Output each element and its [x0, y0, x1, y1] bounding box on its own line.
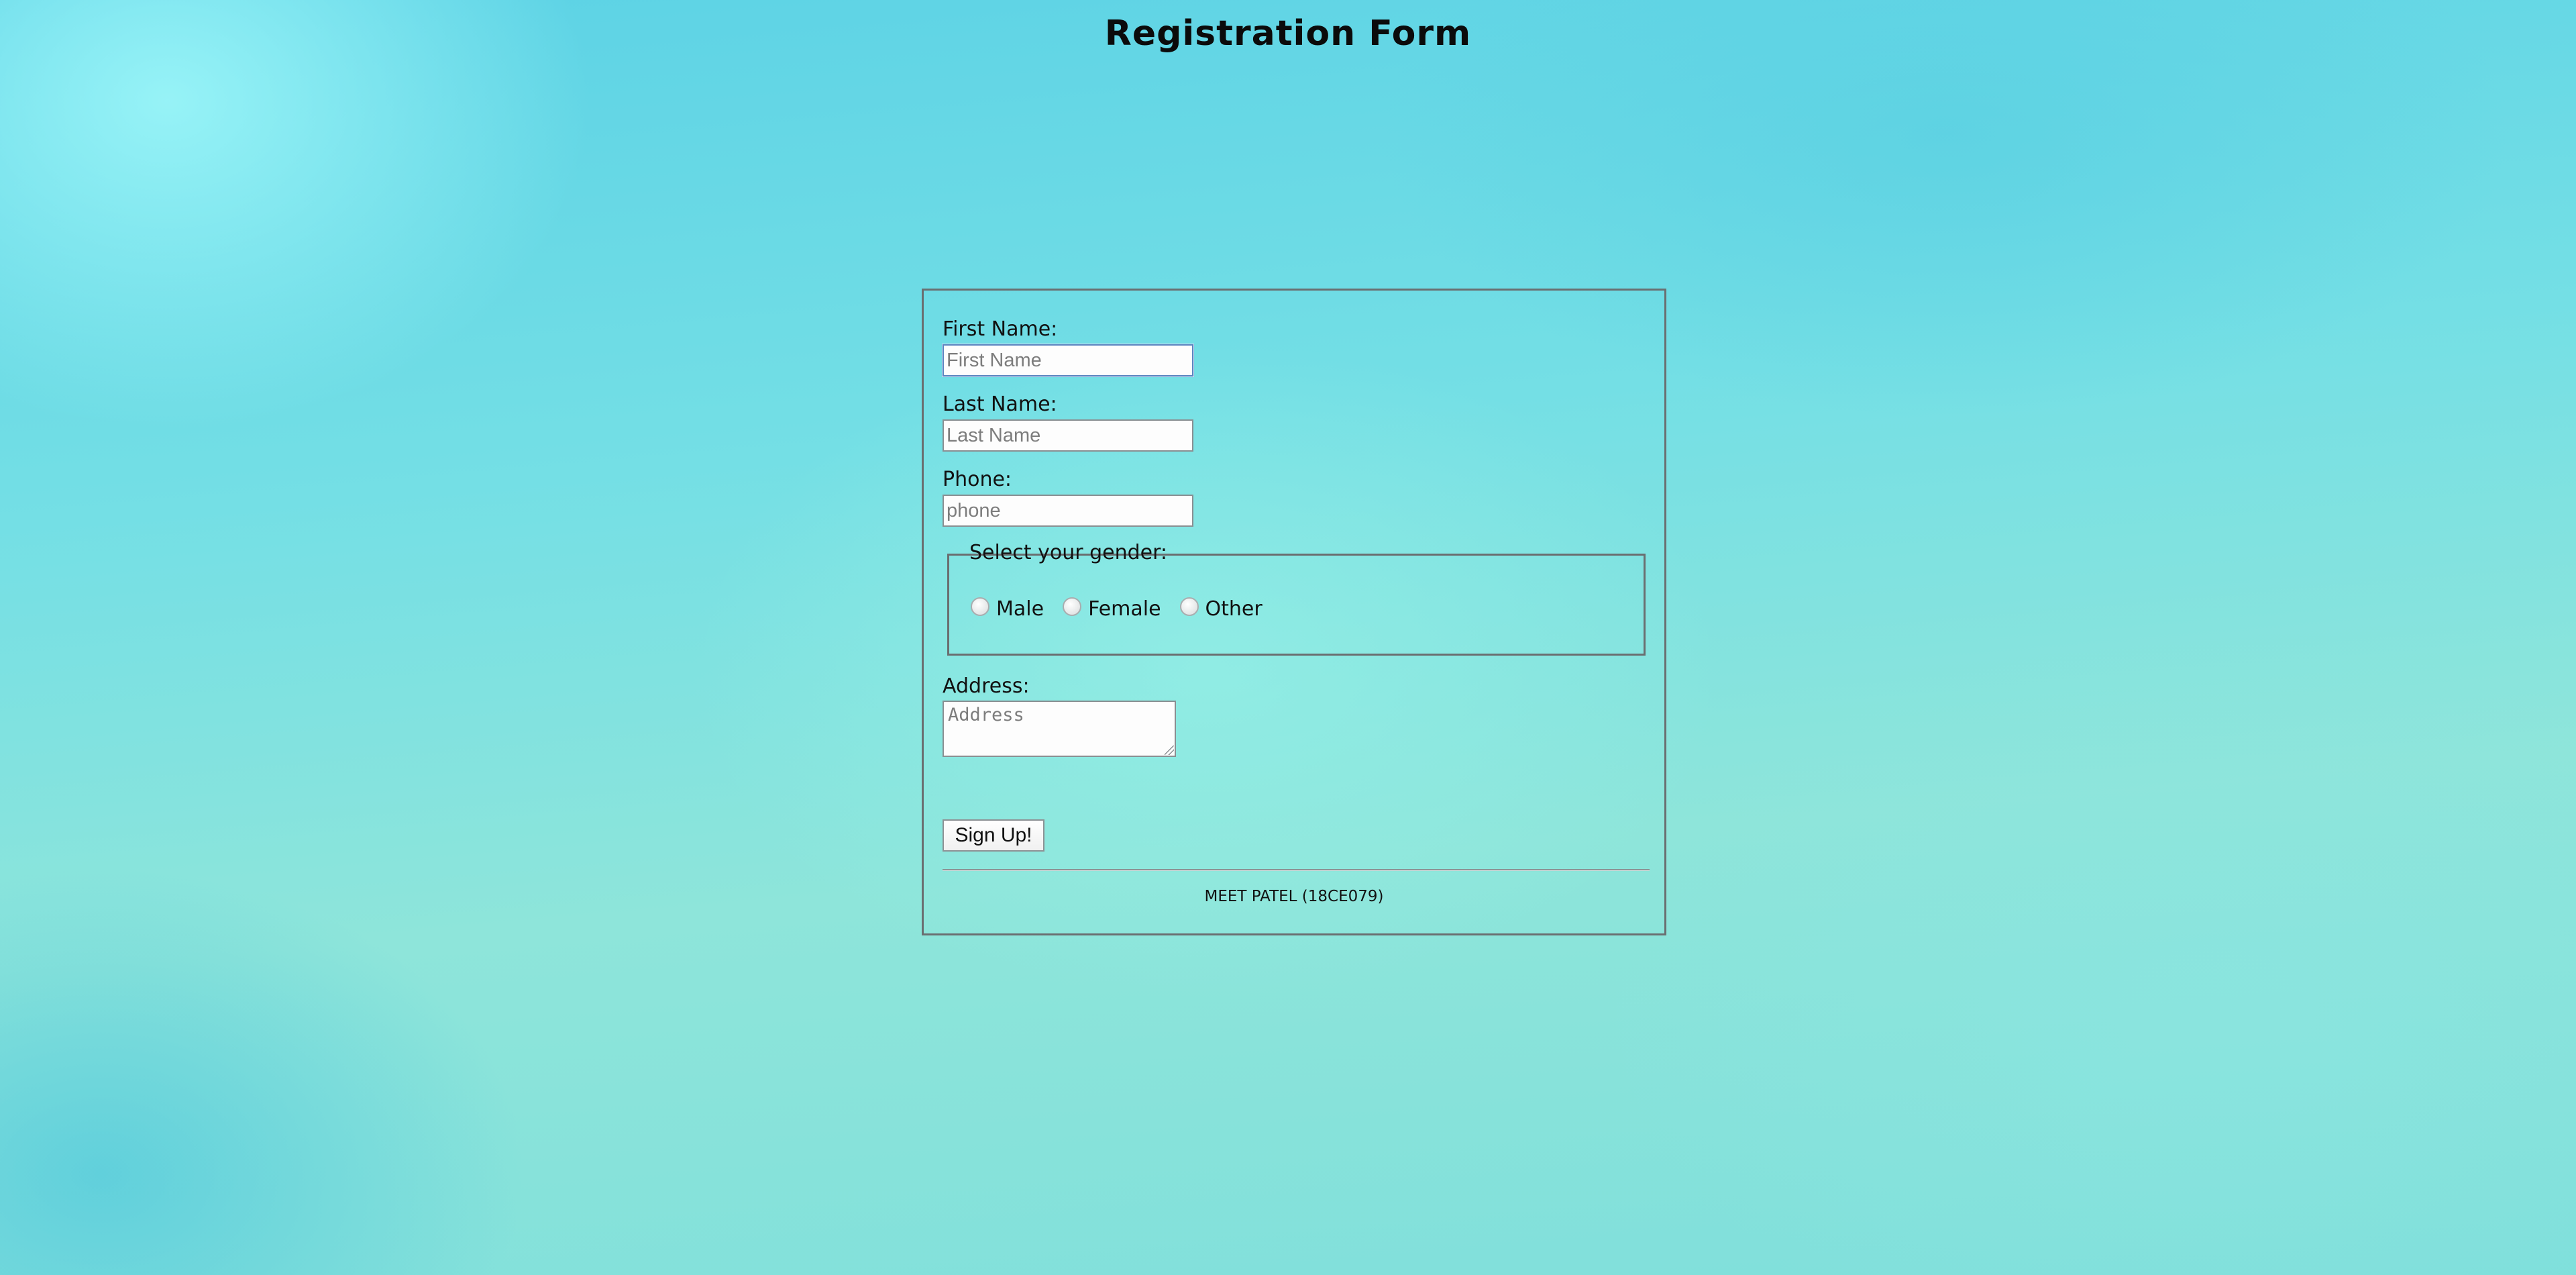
footer-divider	[943, 869, 1650, 871]
gender-label-other[interactable]: Other	[1205, 597, 1263, 621]
gender-radio-other[interactable]	[1179, 597, 1199, 616]
registration-form: First Name: Last Name: Phone: Select you…	[922, 289, 1666, 935]
address-wrapper	[943, 701, 1176, 757]
last-name-input[interactable]	[943, 419, 1193, 452]
gender-fieldset: Select your gender: Male Female Other	[947, 541, 1646, 656]
first-name-label: First Name:	[943, 317, 1058, 341]
address-label: Address:	[943, 674, 1030, 698]
sign-up-button[interactable]: Sign Up!	[943, 819, 1044, 852]
first-name-input[interactable]	[943, 344, 1193, 376]
gender-radio-male[interactable]	[971, 597, 989, 616]
address-textarea[interactable]	[943, 701, 1176, 757]
gender-options: Male Female Other	[971, 597, 1281, 621]
gender-label-male[interactable]: Male	[996, 597, 1044, 621]
phone-input[interactable]	[943, 495, 1193, 527]
last-name-label: Last Name:	[943, 393, 1057, 416]
gender-label-female[interactable]: Female	[1088, 597, 1161, 621]
gender-radio-female[interactable]	[1063, 597, 1082, 616]
gender-legend: Select your gender:	[964, 541, 1173, 564]
page-title: Registration Form	[1104, 13, 1472, 54]
phone-label: Phone:	[943, 468, 1012, 491]
footer-credit: MEET PATEL (18CE079)	[1204, 888, 1384, 905]
